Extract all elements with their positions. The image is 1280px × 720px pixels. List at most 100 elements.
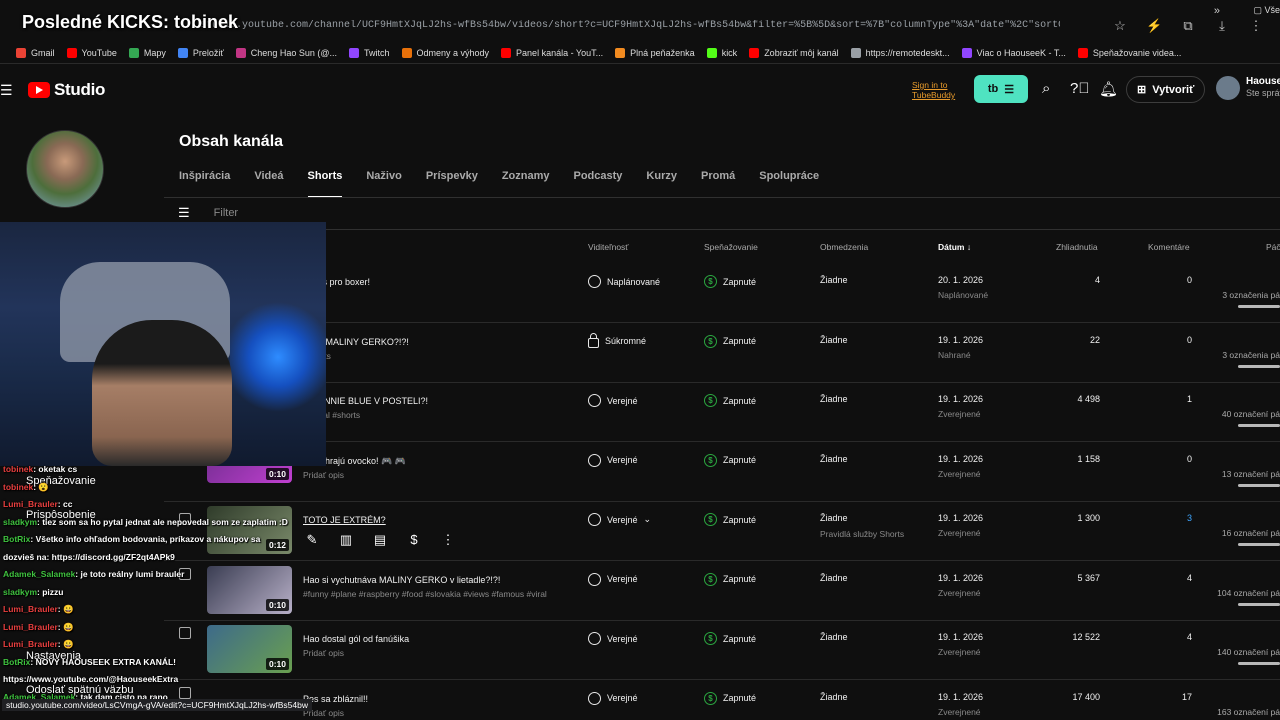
visibility-cell[interactable]: Verejné [588, 572, 638, 586]
hamburger-menu-icon[interactable]: ☰ [0, 82, 13, 99]
puzzle-icon[interactable]: ⧉ [1180, 18, 1196, 34]
column-header-comments[interactable]: Komentáre [1148, 242, 1190, 252]
bookmark-favicon-icon [615, 47, 626, 58]
column-header-restrictions[interactable]: Obmedzenia [820, 242, 868, 252]
chat-text: : je toto reálny lumi brauler [75, 569, 185, 579]
comments-icon[interactable]: ▤ [372, 532, 388, 548]
tab-9[interactable]: Spolupráce [759, 170, 819, 198]
likes-count: 163 označení pá [1217, 706, 1280, 717]
bookmark-item[interactable]: Zobraziť môj kanál [749, 47, 839, 58]
bookmark-item[interactable]: Cheng Hao Sun (@... [235, 47, 337, 58]
status-label: Zverejnené [938, 468, 981, 479]
status-label: Zverejnené [938, 587, 981, 598]
visibility-cell[interactable]: Súkromné [588, 332, 646, 348]
visibility-cell[interactable]: Verejné [588, 453, 638, 467]
tab-1[interactable]: Videá [254, 170, 283, 198]
bookmarks-folder[interactable]: ▢ Vše [1253, 5, 1280, 16]
visibility-cell[interactable]: Verejné [588, 691, 638, 705]
status-label: Naplánované [938, 290, 989, 300]
account-menu[interactable]: Haousee Ste správ [1216, 76, 1280, 100]
restrictions-cell: Žiadne [820, 691, 848, 702]
bookmark-item[interactable]: Twitch [348, 47, 390, 58]
bookmark-label: Twitch [363, 47, 390, 58]
bookmark-item[interactable]: YouTube [66, 47, 117, 58]
video-row[interactable]: ER A MALINY GERKO?!?!#shortsSúkromné$Zap… [164, 324, 1280, 383]
studio-logo[interactable]: Studio [28, 80, 105, 100]
channel-avatar[interactable] [26, 130, 104, 208]
tubebuddy-button[interactable]: tb ☰ [974, 75, 1028, 103]
create-button[interactable]: ⊞ Vytvoriť [1126, 76, 1206, 103]
comments-count[interactable]: 3 [1187, 513, 1192, 523]
column-header-monetization[interactable]: Speňažovanie [704, 242, 758, 252]
dollar-icon: $ [704, 572, 717, 586]
column-header-views[interactable]: Zhliadnutia [1056, 242, 1098, 252]
tab-4[interactable]: Príspevky [426, 170, 478, 198]
bookmark-item[interactable]: Plná peňaženka [615, 47, 695, 58]
download-icon[interactable]: ⤓ [1214, 18, 1230, 34]
restrictions-sub[interactable]: Pravidlá služby Shorts [820, 529, 904, 539]
filter-input[interactable]: Filter [214, 207, 238, 219]
views-count: 1 158 [1077, 453, 1100, 464]
url-text[interactable]: studio.youtube.com/channel/UCF9HmtXJqLJ2… [200, 20, 1060, 31]
chevron-down-icon[interactable]: ⌄ [644, 514, 652, 525]
monetization-icon[interactable]: $ [406, 532, 422, 548]
monetization-label: Zapnuté [723, 514, 757, 525]
search-icon[interactable]: ⌕ [1042, 80, 1050, 97]
monetization-label: Zapnuté [723, 395, 757, 406]
tab-2[interactable]: Shorts [307, 170, 342, 198]
restrictions-cell: Žiadne [820, 513, 848, 523]
status-label: Zverejnené [938, 706, 981, 717]
bookmark-item[interactable]: Preložiť [177, 47, 224, 58]
bookmark-item[interactable]: Mapy [128, 47, 166, 58]
chat-username: Lumi_Brauler [3, 639, 58, 649]
views-count: 5 367 [1077, 572, 1100, 583]
filter-icon[interactable]: ☰ [178, 205, 190, 221]
notifications-bell-icon[interactable]: 🔔︎ [1099, 80, 1118, 98]
bookmark-favicon-icon [961, 47, 972, 58]
column-header-visibility[interactable]: Viditeľnosť [588, 242, 628, 252]
chat-text: : 😀 [57, 621, 74, 632]
video-row[interactable]: A BONNIE BLUE V POSTELI?! y #viral #short… [164, 383, 1280, 442]
views-count: 17 400 [1072, 691, 1100, 702]
tab-7[interactable]: Kurzy [646, 170, 677, 198]
bookmarks-more-button[interactable]: » [1214, 5, 1220, 17]
bookmark-label: Speňažovanie videa... [1092, 47, 1182, 58]
tab-8[interactable]: Promá [701, 170, 735, 198]
tab-6[interactable]: Podcasty [574, 170, 623, 198]
bookmark-item[interactable]: https://remotedeskt... [850, 47, 950, 58]
column-header-date[interactable]: Dátum ↓ [938, 242, 971, 252]
chat-username: tobinek [3, 464, 34, 474]
tubebuddy-signin-link[interactable]: Sign in to TubeBuddy [912, 80, 955, 100]
tab-0[interactable]: Inšpirácia [179, 170, 230, 198]
more-options-icon[interactable]: ⋮ [440, 532, 456, 548]
date-cell: 19. 1. 2026 [938, 513, 984, 523]
bookmark-item[interactable]: Viac o HaouseeK - T... [961, 47, 1066, 58]
extension-icon[interactable]: ⚡ [1146, 18, 1162, 34]
restrictions-cell: Žiadne [820, 453, 848, 464]
analytics-icon[interactable]: ▥ [338, 532, 354, 548]
column-header-likes[interactable]: Páč [1266, 242, 1280, 252]
visibility-cell[interactable]: Verejné [588, 394, 638, 407]
chat-username: Lumi_Brauler [3, 499, 58, 509]
bookmark-item[interactable]: kick [706, 47, 737, 58]
tab-5[interactable]: Zoznamy [502, 170, 550, 198]
tab-3[interactable]: Naživo [366, 170, 401, 198]
monetization-cell: $ Zapnuté [704, 572, 756, 586]
bookmark-item[interactable]: Odmeny a výhody [401, 47, 489, 58]
bookmark-favicon-icon [501, 47, 512, 58]
bookmark-item[interactable]: Gmail [16, 47, 55, 58]
visibility-cell[interactable]: Naplánované [588, 275, 660, 288]
bookmark-star-icon[interactable]: ☆ [1112, 18, 1128, 34]
likes-ratio-bar [1238, 424, 1280, 427]
help-icon[interactable]: ?⃝ [1070, 80, 1090, 97]
visibility-cell[interactable]: Verejné ⌄ [588, 513, 651, 526]
menu-dots-icon[interactable]: ⋮ [1248, 18, 1264, 34]
filter-bar[interactable]: ☰ Filter [178, 205, 238, 221]
dollar-icon: $ [704, 691, 717, 705]
bookmark-item[interactable]: Panel kanála - YouT... [501, 47, 603, 58]
bookmark-item[interactable]: Speňažovanie videa... [1077, 47, 1182, 58]
chat-text: : oketak cs [33, 464, 78, 474]
bookmark-label: Mapy [143, 47, 166, 58]
visibility-cell[interactable]: Verejné [588, 632, 638, 645]
video-row[interactable]: ma vs pro boxer!opisNaplánované$ZapnutéŽ… [164, 264, 1280, 323]
